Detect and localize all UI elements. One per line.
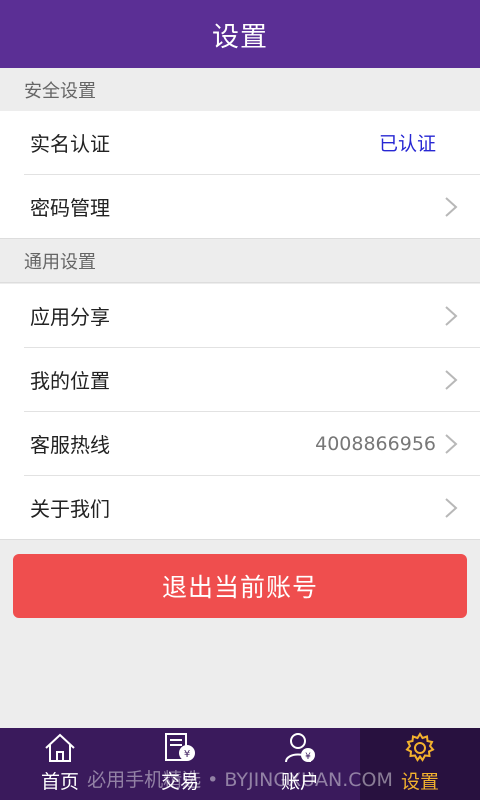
bottom-tab-bar: 首页 ¥ 交易 ¥ 账户 设置 xyxy=(0,728,480,800)
chevron-right-icon xyxy=(445,497,458,518)
row-label: 实名认证 xyxy=(30,132,110,156)
chevron-right-icon xyxy=(445,305,458,326)
section-title-general: 通用设置 xyxy=(0,239,480,283)
tab-label: 账户 xyxy=(280,771,319,793)
chevron-right-icon xyxy=(445,369,458,390)
row-app-share[interactable]: 应用分享 xyxy=(24,284,480,348)
tab-label: 首页 xyxy=(40,771,79,793)
account-icon: ¥ xyxy=(285,733,315,763)
general-settings-group: 应用分享 我的位置 客服热线 4008866956 关于我们 xyxy=(0,284,480,540)
row-label: 密码管理 xyxy=(30,196,110,220)
tab-label: 交易 xyxy=(160,771,199,793)
tab-label: 设置 xyxy=(400,771,439,793)
row-label: 我的位置 xyxy=(30,369,110,393)
chevron-right-icon xyxy=(445,196,458,217)
tab-home[interactable]: 首页 xyxy=(0,728,120,800)
row-about-us[interactable]: 关于我们 xyxy=(24,476,480,539)
tab-trade[interactable]: ¥ 交易 xyxy=(120,728,240,800)
logout-button[interactable]: 退出当前账号 xyxy=(13,554,467,618)
row-customer-service-hotline[interactable]: 客服热线 4008866956 xyxy=(24,412,480,476)
svg-text:¥: ¥ xyxy=(305,752,311,762)
row-label: 客服热线 xyxy=(30,433,110,457)
section-title-security: 安全设置 xyxy=(0,68,480,112)
tab-settings[interactable]: 设置 xyxy=(360,728,480,800)
tab-account[interactable]: ¥ 账户 xyxy=(240,728,360,800)
svg-text:¥: ¥ xyxy=(184,749,190,760)
page-title: 设置 xyxy=(212,21,268,53)
home-icon xyxy=(45,733,75,762)
chevron-right-icon xyxy=(445,433,458,454)
security-settings-group: 实名认证 已认证 密码管理 xyxy=(0,111,480,239)
app-header: 设置 xyxy=(0,0,480,68)
trade-icon: ¥ xyxy=(165,733,195,761)
gear-icon xyxy=(405,732,435,762)
verification-status: 已认证 xyxy=(378,133,436,155)
row-password-management[interactable]: 密码管理 xyxy=(24,175,480,238)
hotline-number: 4008866956 xyxy=(315,432,436,455)
row-label: 关于我们 xyxy=(30,497,110,521)
row-my-location[interactable]: 我的位置 xyxy=(24,348,480,412)
row-label: 应用分享 xyxy=(30,305,110,329)
row-real-name-verification[interactable]: 实名认证 已认证 xyxy=(24,111,480,175)
